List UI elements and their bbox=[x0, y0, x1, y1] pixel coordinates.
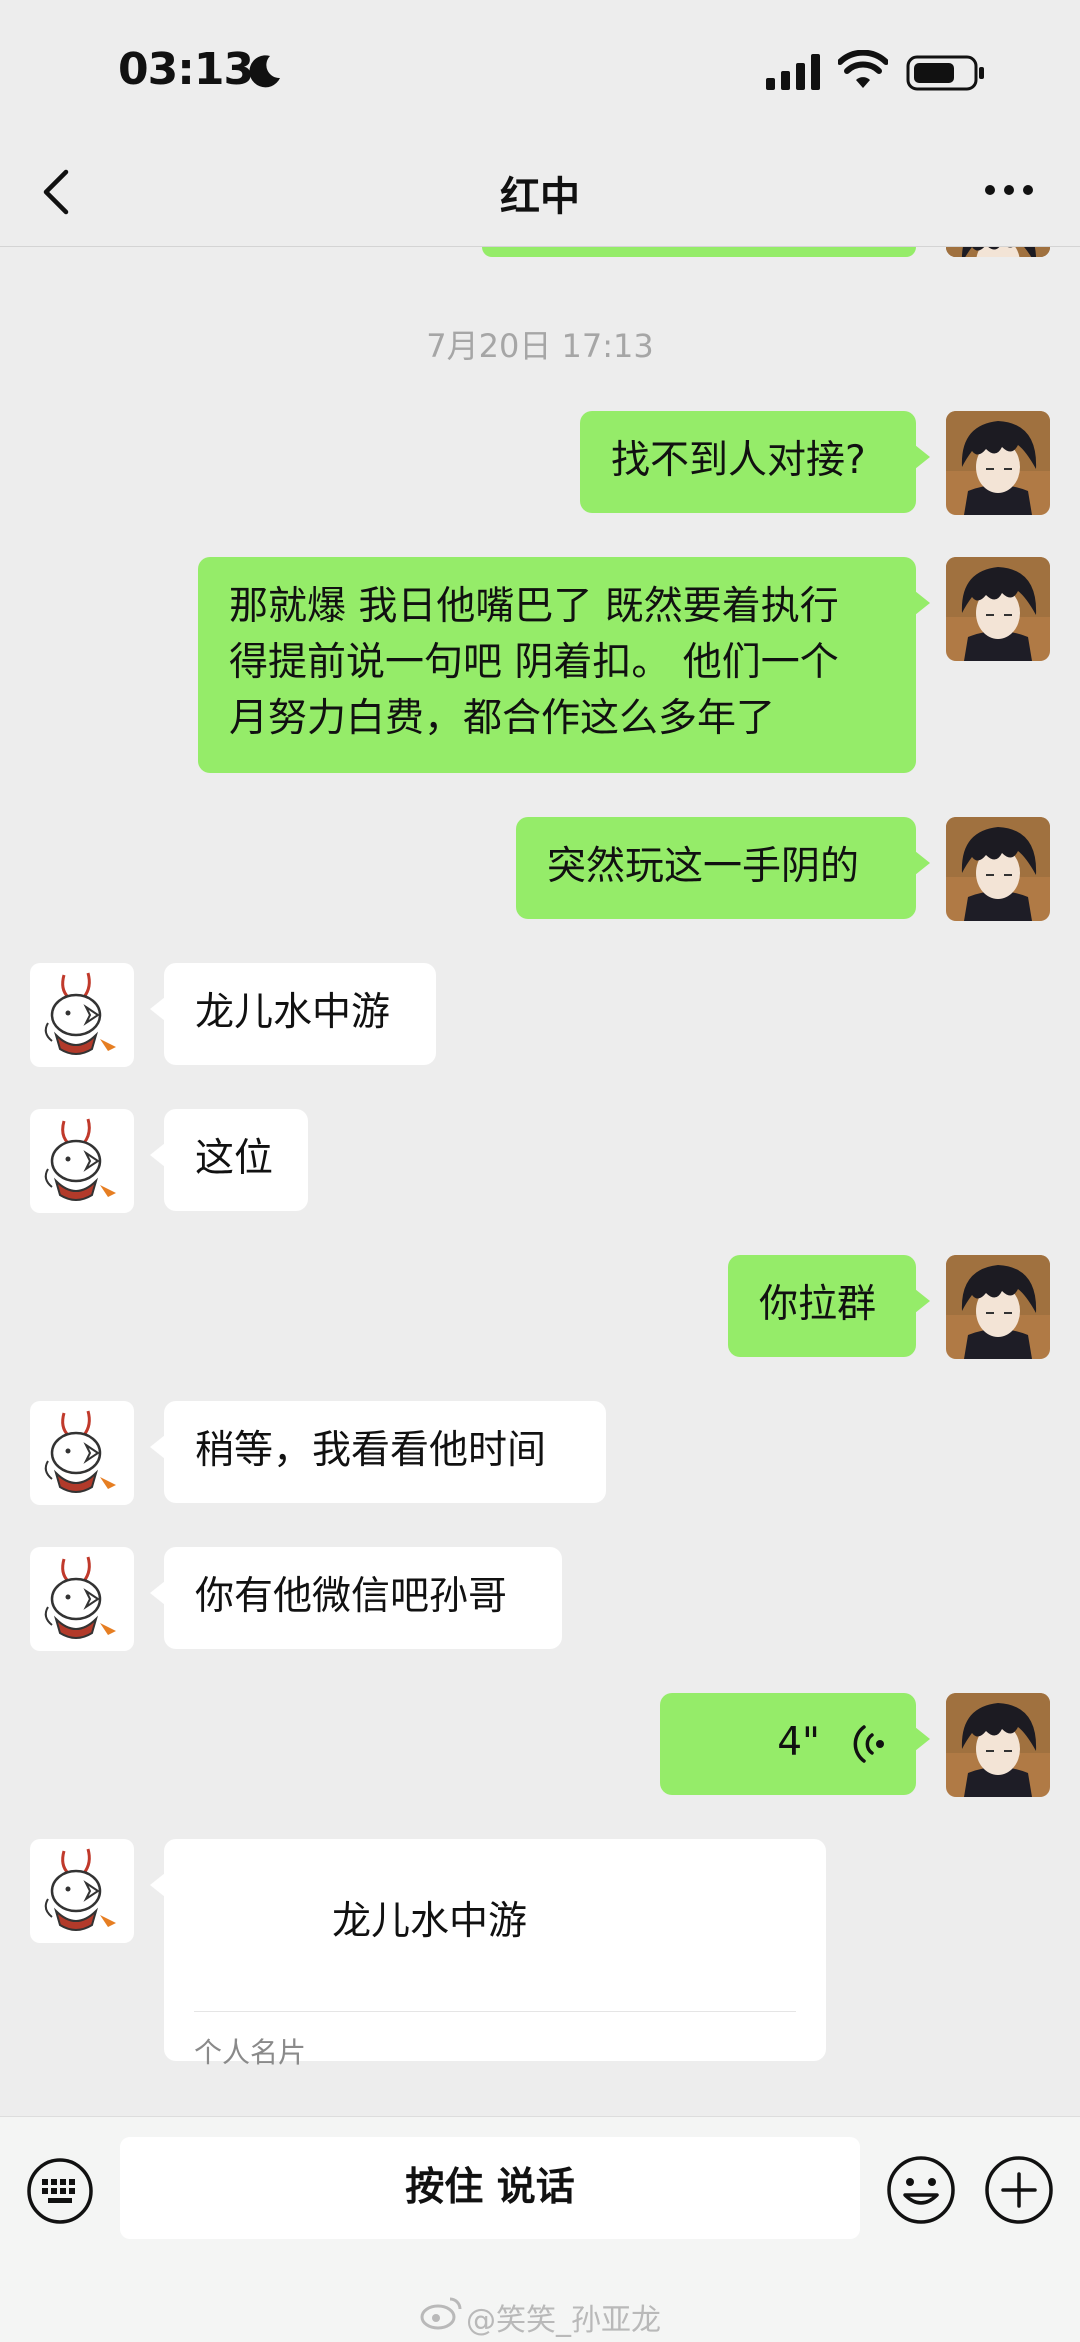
input-bar: 按住 说话 @笑笑_孙亚龙 bbox=[0, 2116, 1080, 2342]
contact-card-type: 个人名片 bbox=[194, 2036, 307, 2069]
my-avatar-image bbox=[946, 817, 1050, 921]
my-avatar[interactable] bbox=[946, 817, 1050, 921]
my-avatar[interactable] bbox=[946, 557, 1050, 661]
contact-card-name: 龙儿水中游 bbox=[332, 1899, 528, 1944]
my-avatar-image bbox=[946, 1693, 1050, 1797]
contact-card[interactable]: 龙儿水中游 个人名片 bbox=[150, 1839, 826, 2069]
message-timestamp: 7月20日 17:13 bbox=[426, 327, 654, 365]
message-bubble[interactable]: 你拉群 bbox=[728, 1255, 930, 1357]
message-bubble[interactable]: 那就爆 我日他嘴巴了 既然要着执行 得提前说一句吧 阴着扣。 他们一个 月努力白… bbox=[198, 557, 930, 773]
contact-avatar-image bbox=[30, 1109, 134, 1213]
contact-avatar[interactable] bbox=[30, 1109, 134, 1213]
watermark: @笑笑_孙亚龙 bbox=[466, 2303, 661, 2338]
my-avatar-image bbox=[946, 557, 1050, 661]
status-time: 03:13 bbox=[118, 44, 254, 95]
voice-duration: 4" bbox=[777, 1720, 820, 1765]
chat-messages[interactable]: 7月20日 17:13 找不到人对接? 那就爆 我日他嘴巴了 既然要着执行 得提… bbox=[0, 247, 1080, 2115]
contact-avatar-image bbox=[30, 963, 134, 1067]
message-bubble[interactable]: 稍等，我看看他时间 bbox=[150, 1401, 606, 1503]
previous-message-bubble[interactable] bbox=[482, 247, 916, 257]
message-bubble[interactable]: 这位 bbox=[150, 1109, 308, 1211]
chat-header: 红中 bbox=[0, 140, 1080, 247]
contact-avatar[interactable] bbox=[30, 1839, 134, 1943]
contact-avatar[interactable] bbox=[30, 1401, 134, 1505]
plus-icon[interactable] bbox=[984, 2155, 1054, 2225]
wifi-icon bbox=[838, 50, 888, 88]
weibo-logo-icon bbox=[420, 2297, 462, 2330]
moon-icon bbox=[249, 55, 280, 88]
emoji-icon[interactable] bbox=[886, 2155, 956, 2225]
voice-wave-icon bbox=[853, 1725, 884, 1763]
my-avatar-image bbox=[946, 247, 1050, 257]
cellular-signal-icon bbox=[766, 54, 820, 90]
my-avatar[interactable] bbox=[946, 1255, 1050, 1359]
message-bubble[interactable]: 龙儿水中游 bbox=[150, 963, 436, 1065]
contact-avatar-image bbox=[30, 1839, 134, 1943]
battery-icon bbox=[906, 55, 984, 91]
message-bubble[interactable]: 找不到人对接? bbox=[580, 411, 930, 513]
my-avatar-image bbox=[946, 1255, 1050, 1359]
my-avatar[interactable] bbox=[946, 247, 1050, 257]
message-bubble[interactable]: 你有他微信吧孙哥 bbox=[150, 1547, 562, 1649]
my-avatar-image bbox=[946, 411, 1050, 515]
contact-avatar[interactable] bbox=[30, 1547, 134, 1651]
contact-card-divider bbox=[194, 2011, 796, 2012]
chat-title: 红中 bbox=[500, 174, 580, 220]
contact-avatar-image bbox=[30, 1401, 134, 1505]
more-options-icon[interactable] bbox=[984, 180, 1034, 200]
contact-avatar-image bbox=[30, 1547, 134, 1651]
my-avatar[interactable] bbox=[946, 411, 1050, 515]
voice-message-bubble[interactable]: 4" bbox=[660, 1693, 930, 1795]
status-bar: 03:13 bbox=[0, 0, 1080, 140]
contact-card-photo bbox=[194, 1869, 306, 1981]
keyboard-icon[interactable] bbox=[26, 2157, 94, 2225]
message-bubble[interactable]: 突然玩这一手阴的 bbox=[516, 817, 930, 919]
hold-to-talk-button[interactable]: 按住 说话 bbox=[120, 2137, 860, 2239]
my-avatar[interactable] bbox=[946, 1693, 1050, 1797]
contact-avatar[interactable] bbox=[30, 963, 134, 1067]
